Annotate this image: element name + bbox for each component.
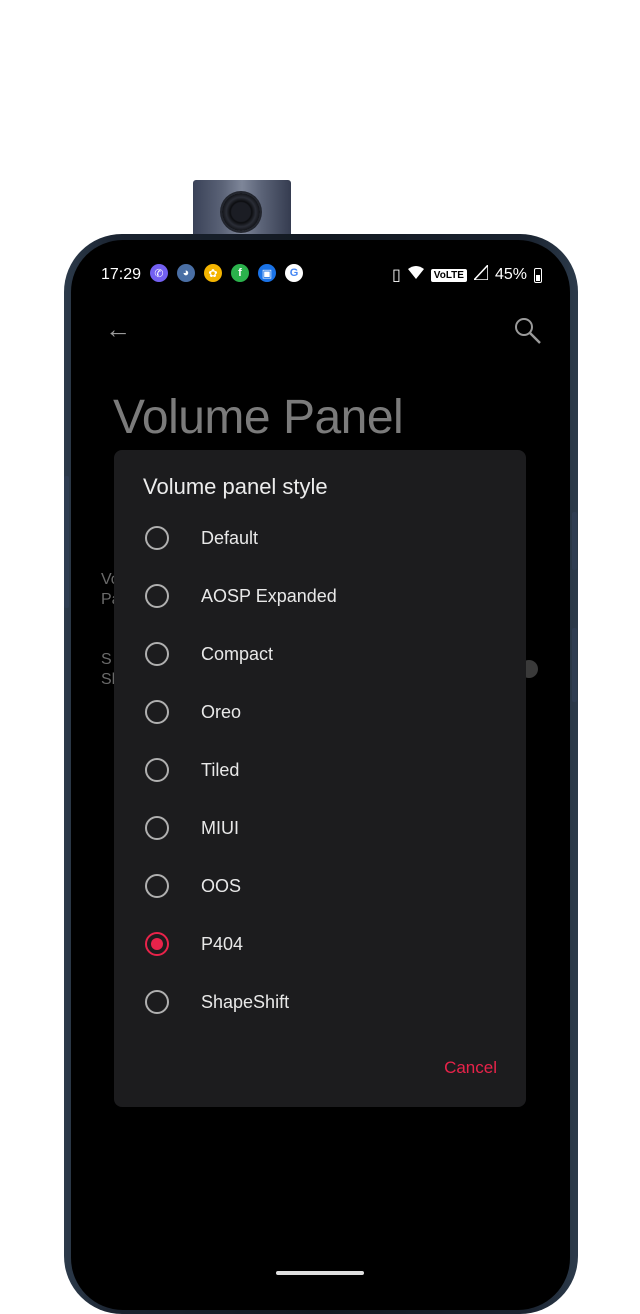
option-p404[interactable]: P404 (114, 915, 526, 973)
system-icons: ▯ VoLTE 45% (391, 263, 542, 285)
wifi-icon (407, 266, 424, 284)
option-compact[interactable]: Compact (114, 625, 526, 683)
camera-lens (222, 193, 260, 231)
side-button-right-lower (572, 628, 577, 702)
status-bar: 17:29 ✆ ◕ ✿ f ▣ G ▯ VoLTE 45% (71, 260, 570, 290)
option-label: Tiled (201, 760, 240, 780)
radio-button[interactable] (145, 642, 169, 666)
radio-button[interactable] (145, 758, 169, 782)
side-button-left (64, 476, 69, 608)
search-icon[interactable] (513, 316, 543, 351)
option-oos[interactable]: OOS (114, 857, 526, 915)
signal-icon (472, 263, 489, 285)
page-title: Volume Panel (113, 391, 404, 444)
feedly-icon: f (231, 264, 249, 282)
option-miui[interactable]: MIUI (114, 799, 526, 857)
radio-button[interactable] (145, 700, 169, 724)
cancel-button[interactable]: Cancel (444, 1058, 497, 1078)
dialog-title: Volume panel style (143, 474, 328, 499)
radio-button[interactable] (145, 526, 169, 550)
viber-icon: ✆ (150, 264, 168, 282)
gesture-nav-handle[interactable] (276, 1271, 364, 1275)
option-label: Default (201, 528, 259, 548)
option-shapeshift[interactable]: ShapeShift (114, 973, 526, 1031)
option-label: OOS (201, 876, 242, 896)
radio-button[interactable] (145, 584, 169, 608)
radio-button[interactable] (145, 932, 169, 956)
battery-icon (534, 267, 542, 283)
volte-badge: VoLTE (430, 268, 467, 282)
photos-icon: ✿ (204, 264, 222, 282)
option-label: Compact (201, 644, 274, 664)
vibrate-icon: ▯ (391, 267, 401, 284)
gallery-icon: ▣ (258, 264, 276, 282)
radio-button[interactable] (145, 816, 169, 840)
status-clock: 17:29 (101, 266, 142, 283)
google-icon: G (285, 264, 303, 282)
option-tiled[interactable]: Tiled (114, 741, 526, 799)
option-label: MIUI (201, 818, 239, 838)
radio-button[interactable] (145, 990, 169, 1014)
option-aosp-expanded[interactable]: AOSP Expanded (114, 567, 526, 625)
option-label: P404 (201, 934, 244, 954)
radio-button[interactable] (145, 874, 169, 898)
side-button-right-upper (572, 512, 577, 570)
option-label: ShapeShift (201, 992, 290, 1012)
option-oreo[interactable]: Oreo (114, 683, 526, 741)
phone-screen: 17:29 ✆ ◕ ✿ f ▣ G ▯ VoLTE 45% ← Volume Panel … (71, 240, 570, 1310)
app-icon: ◕ (177, 264, 195, 282)
back-arrow-icon[interactable]: ← (105, 316, 131, 342)
battery-percent: 45% (494, 266, 527, 283)
option-label: AOSP Expanded (201, 586, 337, 606)
volume-panel-style-dialog: Volume panel style Default AOSP Expanded C… (114, 450, 526, 1107)
option-label: Oreo (201, 702, 242, 722)
notification-icons: ✆ ◕ ✿ f ▣ G (150, 264, 303, 282)
option-default[interactable]: Default (114, 509, 526, 567)
